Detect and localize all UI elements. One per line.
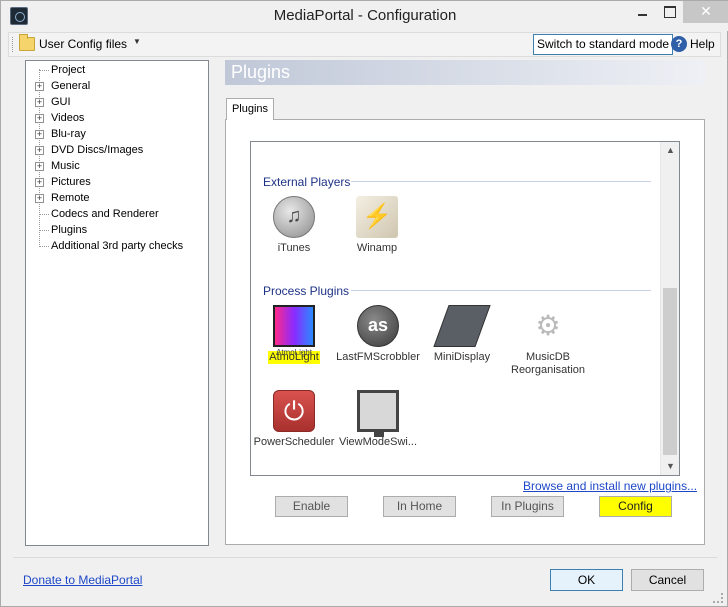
resize-grip[interactable]	[713, 593, 723, 603]
configuration-window: MediaPortal - Configuration ✕ User Confi…	[0, 0, 728, 607]
donate-link[interactable]: Donate to MediaPortal	[23, 573, 142, 587]
chevron-down-icon[interactable]: ▼	[133, 37, 141, 46]
plugin-label: Winamp	[356, 242, 398, 254]
ok-button[interactable]: OK	[550, 569, 623, 591]
window-title: MediaPortal - Configuration	[273, 7, 457, 24]
tree-connector	[39, 214, 49, 215]
tab-plugins[interactable]: Plugins	[226, 98, 274, 120]
itunes-icon	[273, 196, 315, 238]
atmolight-icon	[271, 305, 317, 357]
tree-item-label: GUI	[51, 96, 71, 108]
user-config-files-menu[interactable]: User Config files	[39, 37, 127, 51]
minidisplay-icon	[433, 305, 491, 347]
folder-icon[interactable]	[19, 34, 35, 51]
lastfm-icon	[357, 305, 399, 347]
close-button[interactable]: ✕	[683, 1, 728, 23]
tree-item-label: General	[51, 80, 91, 92]
group-divider	[351, 290, 651, 291]
minimize-button[interactable]	[629, 1, 656, 23]
tree-item-label: Remote	[51, 192, 90, 204]
tree-connector	[39, 70, 49, 71]
plugin-label: PowerScheduler	[253, 436, 335, 448]
toolbar: User Config files ▼ Switch to standard m…	[8, 32, 721, 57]
plugin-label: MusicDB Reorganisation	[511, 351, 585, 376]
plugin-powerscheduler[interactable]: PowerScheduler	[251, 390, 337, 449]
group-title-external-players: External Players	[263, 175, 351, 189]
scroll-up-icon[interactable]: ▲	[661, 142, 680, 159]
footer-divider	[13, 557, 717, 558]
expand-icon[interactable]: +	[35, 194, 44, 203]
plugin-label: MiniDisplay	[433, 351, 491, 363]
group-divider	[351, 181, 651, 182]
scroll-down-icon[interactable]: ▼	[661, 458, 680, 475]
expand-icon[interactable]: +	[35, 178, 44, 187]
maximize-button[interactable]	[656, 1, 683, 23]
help-icon[interactable]: ?	[671, 36, 687, 52]
group-title-process-plugins: Process Plugins	[263, 284, 350, 298]
tree-connector	[39, 246, 49, 247]
browse-plugins-link[interactable]: Browse and install new plugins...	[523, 479, 697, 493]
tree-connector	[39, 230, 49, 231]
tree-connector-line	[39, 69, 40, 245]
toolbar-grip	[12, 37, 15, 52]
power-icon	[273, 390, 315, 432]
plugin-atmolight[interactable]: AtmoLight	[251, 305, 337, 364]
plugin-musicdb-reorganisation[interactable]: MusicDB Reorganisation	[505, 305, 591, 377]
plugin-list-scrollbar[interactable]: ▲ ▼	[660, 142, 679, 475]
config-button[interactable]: Config	[599, 496, 672, 517]
tree-item-label: Videos	[51, 112, 85, 124]
monitor-icon	[357, 390, 399, 437]
plugin-itunes[interactable]: iTunes	[251, 196, 337, 255]
section-header: Plugins	[225, 60, 705, 85]
plugin-label: LastFMScrobbler	[336, 351, 420, 363]
title-bar: MediaPortal - Configuration ✕	[1, 1, 728, 31]
enable-button[interactable]: Enable	[275, 496, 348, 517]
settings-tree[interactable]: Project + General + GUI + Videos + Blu-r…	[25, 60, 209, 546]
tree-item-label: Plugins	[51, 224, 88, 236]
tree-item-label: Music	[51, 160, 80, 172]
plugin-viewmodeswitcher[interactable]: ViewModeSwi...	[335, 390, 421, 449]
expand-icon[interactable]: +	[35, 114, 44, 123]
tree-item-label: DVD Discs/Images	[51, 144, 144, 156]
switch-to-standard-mode-button[interactable]: Switch to standard mode	[533, 34, 674, 55]
plugin-label: ViewModeSwi...	[338, 436, 418, 448]
tree-item-label: Pictures	[51, 176, 91, 188]
help-button[interactable]: Help	[690, 37, 715, 51]
winamp-icon	[356, 196, 398, 238]
plugin-label: iTunes	[277, 242, 311, 254]
expand-icon[interactable]: +	[35, 146, 44, 155]
in-plugins-button[interactable]: In Plugins	[491, 496, 564, 517]
tree-item-label: Blu-ray	[51, 128, 86, 140]
scroll-thumb[interactable]	[663, 288, 677, 455]
gear-icon	[527, 305, 569, 347]
plugin-lastfmscrobbler[interactable]: LastFMScrobbler	[335, 305, 421, 364]
plugin-list[interactable]: External Players iTunes Winamp Process P…	[250, 141, 680, 476]
expand-icon[interactable]: +	[35, 162, 44, 171]
plugin-minidisplay[interactable]: MiniDisplay	[419, 305, 505, 364]
tree-item-label: Project	[51, 64, 86, 76]
plugin-winamp[interactable]: Winamp	[334, 196, 420, 255]
tree-item-label: Additional 3rd party checks	[51, 240, 184, 252]
cancel-button[interactable]: Cancel	[631, 569, 704, 591]
expand-icon[interactable]: +	[35, 98, 44, 107]
expand-icon[interactable]: +	[35, 82, 44, 91]
expand-icon[interactable]: +	[35, 130, 44, 139]
in-home-button[interactable]: In Home	[383, 496, 456, 517]
tree-item-label: Codecs and Renderer	[51, 208, 159, 220]
